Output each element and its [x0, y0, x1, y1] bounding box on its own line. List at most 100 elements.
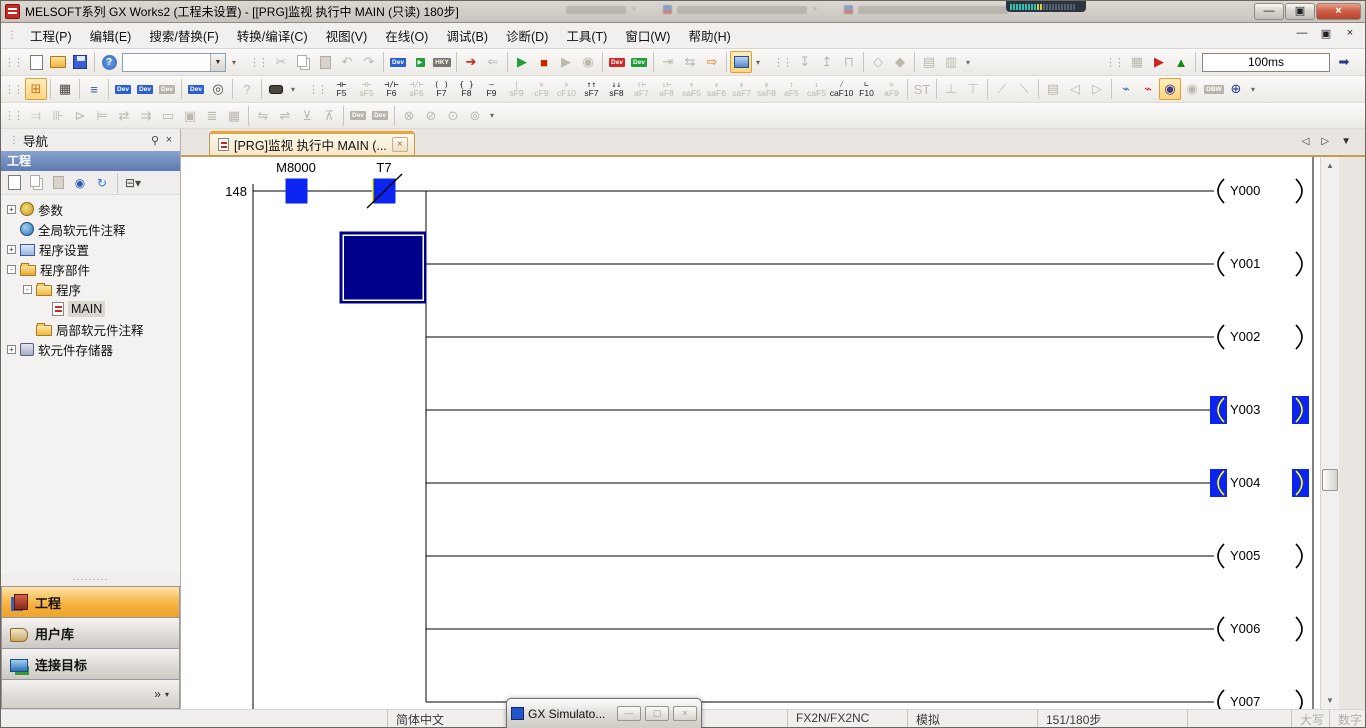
zoom-button[interactable]: ⊕ — [1225, 78, 1247, 100]
device-comment-search-button[interactable]: Dev — [387, 51, 409, 73]
simulator-minimize-button[interactable]: — — [617, 706, 641, 721]
refresh-button[interactable]: ↻ — [92, 173, 112, 193]
coil-change-button[interactable]: ⊼ — [318, 105, 340, 127]
pin-icon[interactable]: ⚲ — [148, 134, 162, 147]
ladder-symbol-F5-button[interactable]: ⊣⊢F5 — [329, 77, 354, 101]
batch-delete-button[interactable]: ▣ — [179, 105, 201, 127]
menu-item-4[interactable]: 转换/编译(C) — [228, 23, 317, 48]
toolbar-grip[interactable]: ⋮⋮ — [249, 56, 267, 69]
ladder-symbol-F6-button[interactable]: ⊣/⊢F6 — [379, 77, 404, 101]
contact-label[interactable]: T7 — [376, 160, 391, 175]
wiring-check-button[interactable]: ⌁ — [1115, 78, 1137, 100]
close-button[interactable]: × — [1316, 3, 1361, 20]
declare-list-button[interactable]: ⊘ — [420, 105, 442, 127]
scan-time-switch-button[interactable]: ➡ — [1333, 51, 1355, 73]
coil-label[interactable]: Y003 — [1230, 402, 1260, 417]
panel-splitter[interactable]: ········· — [1, 574, 180, 586]
sampling-trace-button[interactable]: ◉ — [1181, 78, 1203, 100]
paste-button[interactable] — [314, 51, 336, 73]
program-check-button[interactable]: ⌁ — [1137, 78, 1159, 100]
coil-label[interactable]: Y007 — [1230, 694, 1260, 709]
read-from-plc-button[interactable]: ⇐ — [482, 51, 504, 73]
device-list-button[interactable]: Dev — [134, 78, 156, 100]
expand-icon[interactable]: + — [7, 245, 16, 254]
coil-label[interactable]: Y000 — [1230, 183, 1260, 198]
ladder-symbol-caF5-button[interactable]: ↓caF5 — [804, 77, 829, 101]
comment-list-button[interactable]: Dev — [369, 105, 391, 127]
partial-execution-button[interactable]: ⊓ — [838, 51, 860, 73]
undo-button[interactable]: ↶ — [336, 51, 358, 73]
delete-rung-button[interactable]: ⊪ — [47, 105, 69, 127]
remote-operation-button[interactable]: ⇆ — [679, 51, 701, 73]
scroll-up-icon[interactable]: ▲ — [1321, 157, 1339, 174]
menu-item-8[interactable]: 诊断(D) — [497, 23, 557, 48]
monitor-mode-button[interactable] — [730, 51, 752, 73]
simulation-transfer-button[interactable]: ⇨ — [701, 51, 723, 73]
ladder-symbol-saF6-button[interactable]: ↡saF6 — [704, 77, 729, 101]
toolbar-grip[interactable]: ⋮⋮ — [4, 56, 22, 69]
copy-data-button[interactable] — [26, 173, 46, 193]
documentation-button[interactable]: ▤ — [1042, 78, 1064, 100]
view-selector-user-library[interactable]: 用户库 — [1, 617, 180, 648]
monitor-watch-button[interactable]: ◉ — [1159, 78, 1181, 100]
device-batch-monitor-button[interactable]: Dev — [628, 51, 650, 73]
context-help-button[interactable]: ? — [236, 78, 258, 100]
toolbar-grip[interactable]: ⋮⋮ — [4, 109, 22, 122]
tree-item-3[interactable]: -程序部件 — [1, 259, 180, 279]
scroll-down-icon[interactable]: ▼ — [1321, 692, 1339, 709]
scan-time-display[interactable] — [1202, 53, 1330, 72]
toolbar-overflow-icon[interactable]: ▾ — [287, 78, 299, 100]
open-project-button[interactable] — [47, 51, 69, 73]
menu-item-3[interactable]: 搜索/替换(F) — [140, 23, 227, 48]
ladder-symbol-caF10-button[interactable]: ⁄caF10 — [829, 77, 854, 101]
step-execution-button[interactable]: ↧ — [794, 51, 816, 73]
monitor-stop-button[interactable]: ■ — [533, 51, 555, 73]
tree-item-6[interactable]: 局部软元件注释 — [1, 319, 180, 339]
key-input-button[interactable]: HKY — [431, 51, 453, 73]
sort-filter-button[interactable]: ⊟▾ — [123, 173, 143, 193]
minimize-button[interactable]: — — [1254, 3, 1284, 20]
toolbar-overflow-icon[interactable]: ▾ — [486, 105, 498, 127]
contact-label[interactable]: M8000 — [276, 160, 316, 175]
coil-label[interactable]: Y004 — [1230, 475, 1260, 490]
scrollbar-thumb[interactable] — [1322, 469, 1338, 491]
device-replace-button[interactable]: ⇋ — [252, 105, 274, 127]
delete-wire-button[interactable]: ⊤ — [962, 78, 984, 100]
toolbar-grip[interactable]: ⋮⋮ — [773, 56, 791, 69]
new-data-button[interactable] — [4, 173, 24, 193]
tab-list-icon[interactable]: ▼ — [1341, 136, 1351, 147]
toolbar-grip[interactable]: ⋮⋮ — [1105, 56, 1123, 69]
ladder-symbol-aF8-button[interactable]: ↓⊢aF8 — [654, 77, 679, 101]
ladder-symbol-sF5-button[interactable]: ⊣⊢sF5 — [354, 77, 379, 101]
batch-insert-button[interactable]: ▭ — [157, 105, 179, 127]
dbw-button[interactable]: DBW — [1203, 78, 1225, 100]
menu-item-7[interactable]: 调试(B) — [437, 23, 497, 48]
simulator-close-button[interactable]: × — [673, 706, 697, 721]
ladder-symbol-F7-button[interactable]: ( )F7 — [429, 77, 454, 101]
mdi-restore-button[interactable]: ▣ — [1319, 27, 1333, 40]
tree-item-2[interactable]: +程序设置 — [1, 239, 180, 259]
menu-item-1[interactable]: 工程(P) — [21, 23, 81, 48]
toolbar-grip[interactable]: ⋮⋮ — [4, 83, 22, 96]
ladder-diagram[interactable]: 148Y000Y001Y002Y003Y004Y005Y006Y007M8000… — [181, 157, 1320, 709]
toolbar-overflow-icon[interactable]: ▾ — [228, 51, 240, 73]
simulator-restore-button[interactable]: ▢ — [645, 706, 669, 721]
ladder-symbol-sF9-button[interactable]: ∣sF9 — [504, 77, 529, 101]
vertical-scrollbar[interactable]: ▲ ▼ — [1320, 157, 1339, 709]
toolbar-overflow-icon[interactable]: ▾ — [752, 51, 764, 73]
toolbar-grip[interactable]: ⋮⋮ — [308, 83, 326, 96]
toolbar-overflow-icon[interactable]: ▾ — [1247, 78, 1259, 100]
inline-st-button[interactable]: ST — [911, 78, 933, 100]
comment-search-button[interactable]: Dev — [347, 105, 369, 127]
watch-window-1-button[interactable]: ▤ — [918, 51, 940, 73]
monitor-start-button[interactable]: ▶ — [511, 51, 533, 73]
insert-rung-button[interactable]: ⫤ — [25, 105, 47, 127]
view-selector-more-button[interactable]: »▾ — [1, 679, 180, 709]
menu-item-10[interactable]: 窗口(W) — [616, 23, 679, 48]
view-selector-project[interactable]: 工程 — [1, 586, 180, 617]
write-to-plc-button[interactable]: ➔ — [460, 51, 482, 73]
copy-button[interactable] — [292, 51, 314, 73]
ladder-symbol-aF7-button[interactable]: ↑⊢aF7 — [629, 77, 654, 101]
ladder-symbol-saF5-button[interactable]: ↟saF5 — [679, 77, 704, 101]
gx-simulator-window[interactable]: GX Simulato... — ▢ × — [506, 698, 702, 728]
